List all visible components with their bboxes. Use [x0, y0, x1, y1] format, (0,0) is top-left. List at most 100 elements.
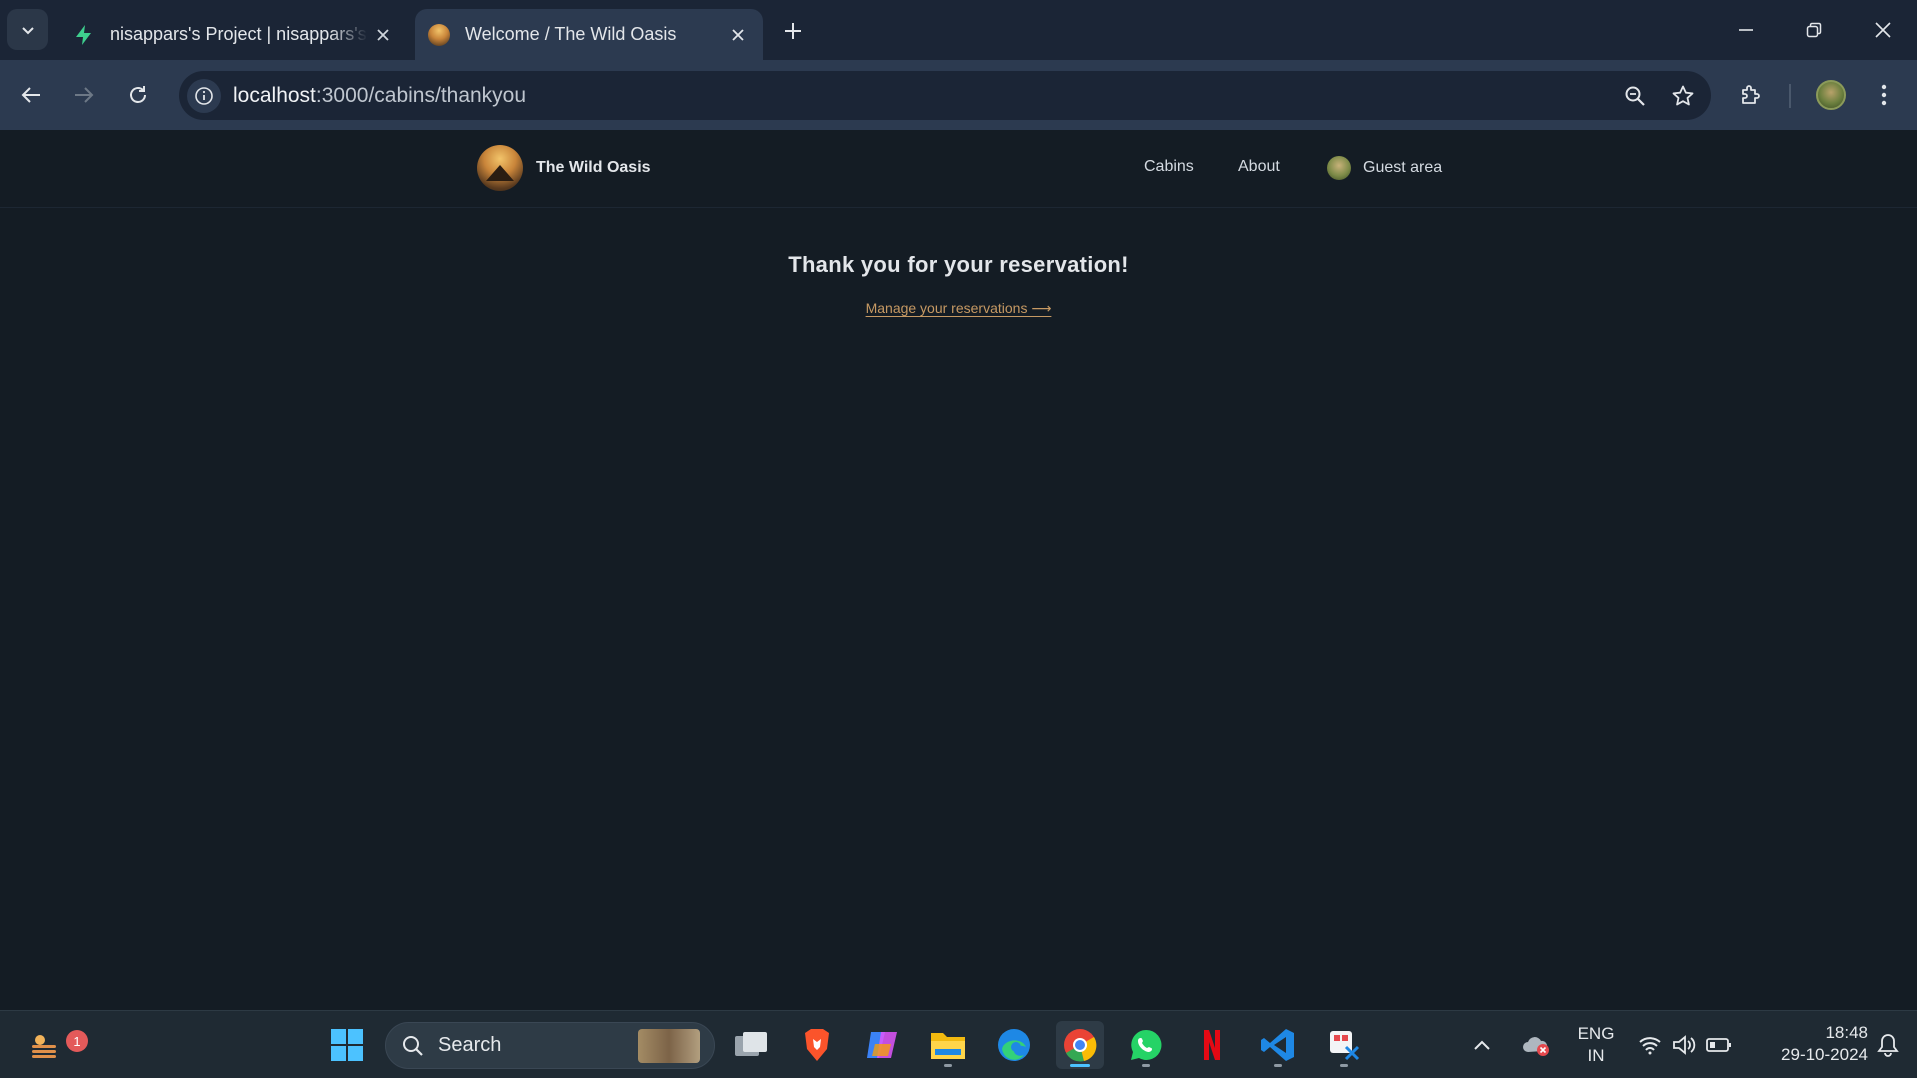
wifi-icon: [1639, 1037, 1661, 1055]
close-tab-icon[interactable]: [368, 20, 398, 50]
tab-search-button[interactable]: [7, 9, 48, 50]
new-tab-button[interactable]: [776, 14, 810, 48]
notification-badge: 1: [66, 1030, 88, 1052]
url-text: localhost:3000/cabins/thankyou: [233, 84, 526, 108]
close-tab-icon[interactable]: [723, 20, 753, 50]
running-indicator: [1340, 1064, 1348, 1067]
search-icon: [403, 1035, 423, 1056]
zoom-icon[interactable]: [1617, 78, 1653, 114]
site-header: The Wild Oasis Cabins About Guest area: [0, 130, 1917, 208]
reload-button[interactable]: [116, 73, 160, 117]
manage-reservations-link[interactable]: Manage your reservations ⟶: [866, 300, 1052, 316]
taskbar: 1 Search ENG IN 18:48 29-10-2024: [0, 1010, 1917, 1078]
site-info-icon[interactable]: [187, 78, 221, 113]
bell-icon: [1877, 1034, 1899, 1057]
reload-icon: [130, 86, 146, 103]
chevron-up-icon: [1474, 1040, 1490, 1050]
taskbar-search[interactable]: Search: [385, 1022, 715, 1069]
profile-button[interactable]: [1809, 73, 1853, 117]
toolbar-separator: [1789, 84, 1791, 108]
cloud-error-icon: [1523, 1037, 1549, 1056]
plus-icon: [785, 23, 801, 39]
search-label: Search: [438, 1034, 502, 1056]
running-indicator: [1142, 1064, 1150, 1067]
url-host: localhost: [233, 83, 316, 107]
nav-link-about[interactable]: About: [1238, 158, 1280, 176]
netflix-icon: [1204, 1030, 1220, 1060]
language-indicator[interactable]: ENG IN: [1572, 1023, 1620, 1067]
guest-avatar: [1327, 156, 1351, 180]
site-logo-link[interactable]: The Wild Oasis: [477, 145, 651, 191]
restore-button[interactable]: [1780, 0, 1848, 60]
taskbar-app-netflix[interactable]: [1188, 1021, 1236, 1069]
taskbar-app-whatsapp[interactable]: [1122, 1021, 1170, 1069]
taskbar-app-edge[interactable]: [990, 1021, 1038, 1069]
folder-icon: [931, 1033, 965, 1059]
url-path: :3000/cabins/thankyou: [315, 83, 527, 107]
browser-toolbar: localhost:3000/cabins/thankyou: [0, 60, 1917, 130]
wild-oasis-logo-icon: [477, 145, 523, 191]
region-code: IN: [1587, 1046, 1605, 1065]
nav-link-cabins[interactable]: Cabins: [1144, 158, 1194, 176]
nav-link-guest-area-label: Guest area: [1363, 159, 1443, 176]
minimize-button[interactable]: [1712, 0, 1780, 60]
browser-menu-button[interactable]: [1862, 73, 1906, 117]
battery-icon: [1706, 1038, 1731, 1052]
back-button[interactable]: [9, 73, 53, 117]
address-bar[interactable]: localhost:3000/cabins/thankyou: [179, 71, 1711, 120]
chrome-icon: [1064, 1029, 1097, 1062]
kebab-menu-icon: [1881, 84, 1887, 106]
nav-link-guest-area[interactable]: Guest area: [1327, 156, 1442, 180]
onedrive-status-button[interactable]: [1516, 1021, 1556, 1069]
edge-icon: [998, 1029, 1030, 1061]
tab-wild-oasis[interactable]: Welcome / The Wild Oasis: [415, 9, 763, 60]
brave-icon: [805, 1029, 829, 1061]
clock[interactable]: 18:48 29-10-2024: [1752, 1022, 1868, 1066]
extensions-button[interactable]: [1729, 73, 1773, 117]
taskbar-app-snipping-tool[interactable]: [1320, 1021, 1368, 1069]
taskbar-app-brave[interactable]: [793, 1021, 841, 1069]
minimize-icon: [1739, 29, 1753, 31]
web-page: The Wild Oasis Cabins About Guest area T…: [0, 130, 1917, 1010]
taskbar-app-chrome[interactable]: [1056, 1021, 1104, 1069]
taskbar-app-file-explorer[interactable]: [924, 1021, 972, 1069]
taskbar-app-vscode[interactable]: [1254, 1021, 1302, 1069]
volume-icon: [1673, 1035, 1696, 1055]
clock-date: 29-10-2024: [1781, 1045, 1868, 1064]
notification-center-button[interactable]: [1868, 1021, 1908, 1069]
wild-oasis-logo-icon: [427, 23, 451, 47]
restore-icon: [1806, 22, 1822, 38]
forward-button[interactable]: [62, 73, 106, 117]
weather-widget-icon: [32, 1035, 56, 1058]
task-view-icon: [735, 1032, 767, 1056]
task-view-button[interactable]: [727, 1021, 775, 1069]
chevron-down-icon: [21, 26, 34, 34]
vscode-icon: [1261, 1029, 1294, 1061]
show-hidden-icons-button[interactable]: [1464, 1021, 1500, 1069]
copilot-icon: [867, 1032, 897, 1058]
bookmark-star-icon[interactable]: [1665, 78, 1701, 114]
search-highlight-image: [638, 1029, 700, 1063]
browser-tabstrip: nisappars's Project | nisappars's Welcom…: [0, 0, 1917, 60]
running-indicator: [1274, 1064, 1282, 1067]
manage-reservations-row: Manage your reservations ⟶: [0, 300, 1917, 317]
widgets-button[interactable]: 1: [20, 1021, 88, 1069]
brand-name: The Wild Oasis: [536, 159, 651, 176]
clock-time: 18:48: [1825, 1023, 1868, 1042]
supabase-bolt-icon: [72, 23, 96, 47]
tab-title: Welcome / The Wild Oasis: [465, 24, 677, 44]
profile-avatar: [1816, 80, 1846, 110]
close-window-button[interactable]: [1849, 0, 1917, 60]
active-indicator: [1070, 1064, 1090, 1067]
arrow-right-icon: [75, 87, 94, 103]
whatsapp-icon: [1131, 1029, 1162, 1060]
quick-settings-button[interactable]: [1632, 1021, 1738, 1069]
puzzle-icon: [1742, 85, 1760, 104]
taskbar-app-copilot[interactable]: [858, 1021, 906, 1069]
running-indicator: [944, 1064, 952, 1067]
page-title: Thank you for your reservation!: [788, 252, 1129, 277]
arrow-left-icon: [21, 87, 40, 103]
tab-supabase-project[interactable]: nisappars's Project | nisappars's: [60, 9, 408, 60]
start-button[interactable]: [323, 1021, 371, 1069]
windows-logo-icon: [331, 1029, 363, 1061]
